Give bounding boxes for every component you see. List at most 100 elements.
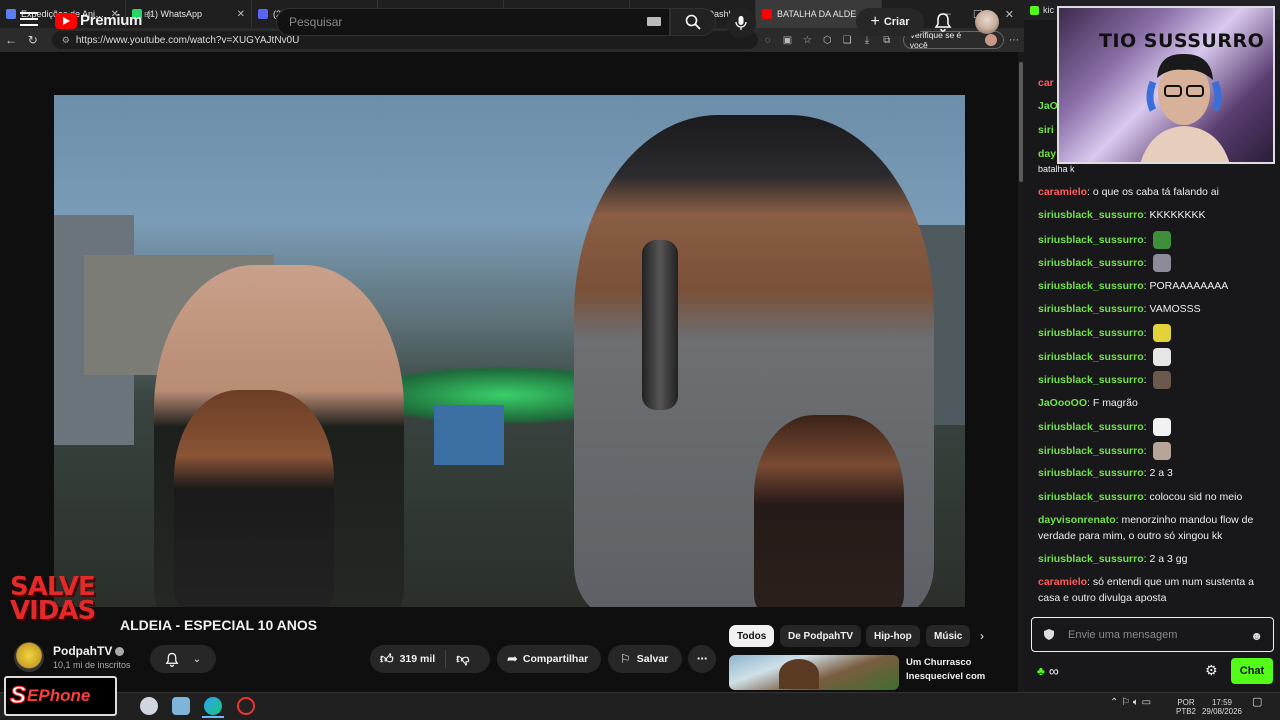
filter-chip[interactable]: Todos <box>729 625 775 647</box>
chat-message: dayvisonrenato: menorzinho mandou flow d… <box>1038 512 1268 544</box>
chat-separator: : <box>1143 444 1150 457</box>
keyboard-icon[interactable] <box>647 17 661 26</box>
tab-close-icon[interactable]: ✕ <box>237 9 245 20</box>
chat-emote-icon <box>1153 442 1172 460</box>
chat-username[interactable]: siriusblack_sussurro <box>1038 209 1144 221</box>
notifications-icon[interactable]: ▢ <box>1252 697 1262 708</box>
chat-message: siriusblack_sussurro: PORAAAAAAAA <box>1038 278 1268 294</box>
chat-username[interactable]: siriusblack_sussurro <box>1038 467 1144 479</box>
filter-chip[interactable]: Hip-hop <box>866 625 920 647</box>
filter-chip[interactable]: Músic <box>926 625 971 647</box>
chat-message: caramielo: o que os caba tá falando ai <box>1038 184 1268 200</box>
chat-text: colocou sid no meio <box>1149 491 1243 503</box>
thumbnail-person <box>779 659 819 689</box>
chips-next-chevron-icon[interactable]: › <box>980 629 984 643</box>
chat-separator: : <box>1143 326 1150 339</box>
chat-username[interactable]: siriusblack_sussurro <box>1038 327 1144 339</box>
chat-message-input[interactable]: Envie uma mensagem ☻ <box>1031 617 1274 652</box>
extensions-puzzle-icon[interactable]: ⬡ <box>817 35 837 46</box>
close-icon[interactable]: ✕ <box>1005 8 1014 21</box>
search-button[interactable] <box>670 8 716 36</box>
channel-name[interactable]: PodpahTV <box>53 644 125 658</box>
chat-text: VAMOSSS <box>1149 303 1201 315</box>
chat-username[interactable]: caramielo <box>1038 576 1087 588</box>
app-icon[interactable] <box>140 697 158 715</box>
settings-gear-icon[interactable]: ⚙ <box>1205 662 1218 679</box>
video-player[interactable] <box>54 95 965 607</box>
chat-emote-icon <box>1153 418 1172 436</box>
chat-separator: : <box>1143 373 1150 386</box>
site-info-icon[interactable]: ⚙ <box>62 35 70 46</box>
chat-username[interactable]: siriusblack_sussurro <box>1038 553 1144 565</box>
chat-message: siriusblack_sussurro: <box>1038 324 1268 342</box>
more-dots-icon: ⋯ <box>696 653 708 665</box>
chat-username[interactable]: siriusblack_sussurro <box>1038 491 1144 503</box>
chat-username[interactable]: JaO <box>1038 100 1058 112</box>
chat-username[interactable]: caramielo <box>1038 186 1087 198</box>
chat-text: o que os caba tá falando ai <box>1092 186 1219 198</box>
split-screen-icon[interactable]: ⧉ <box>877 35 897 46</box>
hamburger-menu-icon[interactable] <box>20 12 38 26</box>
obs-icon[interactable] <box>237 697 255 715</box>
url-text: https://www.youtube.com/watch?v=XUGYAJtN… <box>75 34 300 46</box>
chat-message: siriusblack_sussurro: 2 a 3 gg <box>1038 551 1268 567</box>
channel-avatar[interactable] <box>14 642 44 672</box>
profile-avatar <box>985 34 998 46</box>
chat-message: JaOooOO: F magrão <box>1038 395 1268 411</box>
sign-interpreter-left <box>174 390 334 607</box>
download-icon[interactable]: ⤓ <box>857 35 877 46</box>
share-button[interactable]: ➦ Compartilhar <box>497 645 601 673</box>
chat-username[interactable]: siriusblack_sussurro <box>1038 374 1144 386</box>
clock[interactable]: 17:59 29/08/2026 <box>1200 698 1244 716</box>
favorite-star-icon[interactable]: ☆ <box>797 35 817 46</box>
chat-username[interactable]: dayvisonrenato <box>1038 514 1116 526</box>
chat-username[interactable]: siriusblack_sussurro <box>1038 280 1144 292</box>
kick-points-icon[interactable]: ♣ <box>1037 664 1045 678</box>
app-icon[interactable] <box>172 697 190 715</box>
extension-icon[interactable]: ▣ <box>778 35 798 46</box>
chat-username[interactable]: siriusblack_sussurro <box>1038 303 1144 315</box>
active-app-indicator <box>202 716 224 718</box>
filter-chip[interactable]: De PodpahTV <box>780 625 862 647</box>
chat-username[interactable]: JaOooOO <box>1038 397 1087 409</box>
input-language[interactable]: POR PTB2 <box>1174 698 1198 716</box>
recommended-video-title[interactable]: Um Churrasco Inesquecível com <box>906 656 1006 684</box>
chat-send-button[interactable]: Chat <box>1231 658 1273 684</box>
youtube-logo[interactable]: Premium BR <box>55 12 154 29</box>
microphone-icon <box>735 16 747 30</box>
chat-message: siriusblack_sussurro: <box>1038 418 1268 436</box>
subscription-notifications-button[interactable]: ⌄ <box>150 645 216 673</box>
chat-separator: : <box>1143 233 1150 246</box>
recommended-video-thumbnail[interactable] <box>729 655 899 690</box>
chat-username[interactable]: day <box>1038 148 1056 160</box>
collections-icon[interactable]: ❏ <box>837 35 857 46</box>
chat-username[interactable]: siriusblack_sussurro <box>1038 421 1144 433</box>
like-dislike-group: 👍︎ 319 mil 👎︎ <box>370 645 490 673</box>
reload-icon[interactable]: ↻ <box>22 33 44 47</box>
chat-text: 2 a 3 gg <box>1149 553 1188 565</box>
plus-icon: + <box>870 13 880 30</box>
search-input[interactable]: Pesquisar <box>276 8 670 36</box>
chat-username[interactable]: siriusblack_sussurro <box>1038 234 1144 246</box>
more-options-icon[interactable]: ⋯ <box>1004 35 1024 46</box>
notifications-bell-icon[interactable] <box>934 12 954 32</box>
subscriber-count: 10,1 mi de inscritos <box>53 660 131 670</box>
save-button[interactable]: ⚐ Salvar <box>608 645 682 673</box>
system-tray-icons[interactable]: ⌃ ⚐ 🔈︎ ▭ <box>1110 698 1151 708</box>
edge-browser-icon[interactable] <box>204 697 222 715</box>
voice-search-button[interactable] <box>726 8 756 38</box>
chat-username[interactable]: siriusblack_sussurro <box>1038 445 1144 457</box>
back-icon[interactable]: ← <box>0 33 22 47</box>
more-actions-button[interactable]: ⋯ <box>688 645 716 673</box>
emoji-icon[interactable]: ☻ <box>1250 629 1263 643</box>
chat-username[interactable]: siriusblack_sussurro <box>1038 257 1144 269</box>
tracking-icon[interactable]: ◌ <box>758 35 778 46</box>
create-button[interactable]: + Criar <box>856 8 924 36</box>
infinity-icon[interactable]: ∞ <box>1049 663 1059 679</box>
chat-username[interactable]: car <box>1038 77 1054 89</box>
like-button[interactable]: 👍︎ 319 mil <box>370 650 447 668</box>
dislike-button[interactable]: 👎︎ <box>446 651 479 667</box>
chat-username[interactable]: siriusblack_sussurro <box>1038 351 1144 363</box>
chat-username[interactable]: siri <box>1038 124 1054 136</box>
account-avatar[interactable] <box>975 10 999 34</box>
